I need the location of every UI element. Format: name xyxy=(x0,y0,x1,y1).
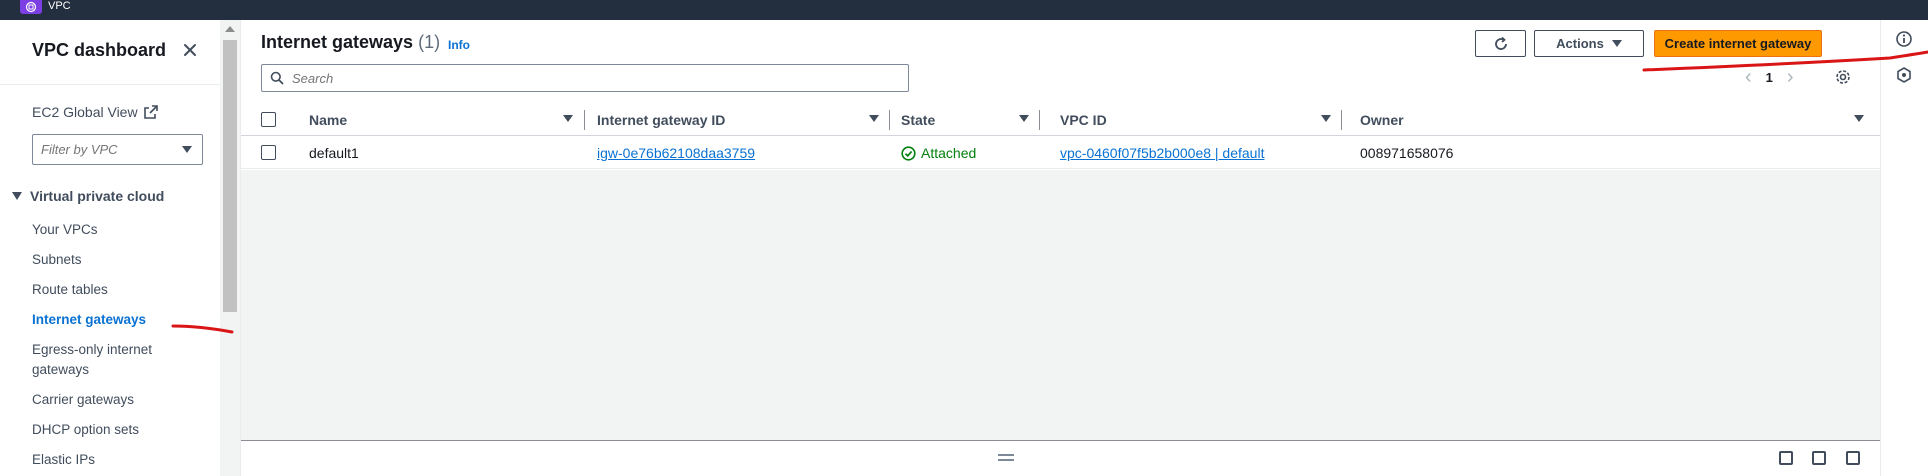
split-side-icon[interactable] xyxy=(1812,451,1826,465)
cell-vpc-id-link[interactable]: vpc-0460f07f5b2b000e8 | default xyxy=(1060,145,1264,161)
sidebar-item-subnets[interactable]: Subnets xyxy=(32,250,182,270)
sidebar-scrollbar[interactable] xyxy=(220,20,240,476)
refresh-icon xyxy=(1494,36,1507,50)
nav-section-virtual-private-cloud[interactable]: Virtual private cloud xyxy=(12,188,164,204)
ec2-global-view-link[interactable]: EC2 Global View xyxy=(32,104,158,120)
page-title: Internet gateways (1) xyxy=(261,32,440,53)
info-link[interactable]: Info xyxy=(448,38,470,52)
resource-count: (1) xyxy=(418,32,441,52)
cell-igw-id-link[interactable]: igw-0e76b62108daa3759 xyxy=(597,145,755,161)
column-header-owner[interactable]: Owner xyxy=(1360,112,1404,128)
sidebar-item-carrier-gateways[interactable]: Carrier gateways xyxy=(32,390,182,410)
split-bottom-icon[interactable] xyxy=(1779,451,1793,465)
page-title-text: Internet gateways xyxy=(261,32,414,52)
sort-caret-icon[interactable] xyxy=(563,115,573,122)
chevron-right-icon[interactable]: › xyxy=(1787,67,1794,87)
sidebar-item-internet-gateways[interactable]: Internet gateways xyxy=(32,310,182,330)
scroll-up-icon[interactable] xyxy=(225,26,235,32)
refresh-button[interactable] xyxy=(1475,30,1526,57)
caret-down-icon xyxy=(12,192,22,200)
table-header: Name Internet gateway ID State VPC ID Ow… xyxy=(241,104,1881,136)
close-icon[interactable] xyxy=(180,40,200,60)
main-content: Internet gateways (1) Info Actions Creat… xyxy=(240,20,1881,476)
nav-section-label: Virtual private cloud xyxy=(30,188,165,204)
gear-icon[interactable] xyxy=(1834,68,1852,86)
info-icon[interactable] xyxy=(1895,30,1913,48)
column-divider[interactable] xyxy=(1039,110,1040,130)
chevron-left-icon[interactable]: ‹ xyxy=(1745,67,1752,87)
cell-name: default1 xyxy=(309,145,359,161)
column-header-vpc-id[interactable]: VPC ID xyxy=(1060,112,1107,128)
page-number[interactable]: 1 xyxy=(1766,70,1773,85)
sidebar-item-elastic-ips[interactable]: Elastic IPs xyxy=(32,450,182,470)
service-name[interactable]: VPC xyxy=(48,0,71,12)
sidebar-item-egress-only-internet-gateways[interactable]: Egress-only internet gateways xyxy=(32,340,182,380)
search-box[interactable] xyxy=(261,64,909,92)
cell-owner: 008971658076 xyxy=(1360,145,1454,161)
sidebar-item-dhcp-option-sets[interactable]: DHCP option sets xyxy=(32,420,182,440)
column-header-state[interactable]: State xyxy=(901,112,935,128)
sidebar-item-your-vpcs[interactable]: Your VPCs xyxy=(32,220,182,240)
row-checkbox[interactable] xyxy=(261,145,276,160)
sidebar-item-route-tables[interactable]: Route tables xyxy=(32,280,182,300)
search-icon xyxy=(270,71,284,85)
column-divider[interactable] xyxy=(889,110,890,130)
sidebar-title[interactable]: VPC dashboard xyxy=(32,40,166,61)
top-nav-bar: VPC xyxy=(0,0,1928,20)
column-header-igw-id[interactable]: Internet gateway ID xyxy=(597,112,725,128)
select-all-checkbox[interactable] xyxy=(261,112,276,127)
side-navigation: VPC dashboard EC2 Global View Virtual pr… xyxy=(0,20,220,476)
status-success-icon xyxy=(901,145,916,161)
table-panel: Internet gateways (1) Info Actions Creat… xyxy=(241,20,1881,170)
split-full-icon[interactable] xyxy=(1846,451,1860,465)
split-panel-bar xyxy=(241,440,1881,476)
vpc-filter-input[interactable] xyxy=(33,135,202,164)
actions-label: Actions xyxy=(1556,36,1604,51)
vpc-filter-select[interactable] xyxy=(32,134,203,165)
create-internet-gateway-button[interactable]: Create internet gateway xyxy=(1654,30,1822,57)
external-link-icon xyxy=(143,105,158,119)
sort-caret-icon[interactable] xyxy=(1854,115,1864,122)
pagination: ‹ 1 › xyxy=(1745,67,1794,87)
shortcuts-icon[interactable] xyxy=(1895,66,1913,84)
sort-caret-icon[interactable] xyxy=(1321,115,1331,122)
sort-caret-icon[interactable] xyxy=(1019,115,1029,122)
sort-caret-icon[interactable] xyxy=(869,115,879,122)
caret-down-icon xyxy=(1611,40,1622,47)
cell-state: Attached xyxy=(901,145,976,161)
state-label: Attached xyxy=(921,145,977,161)
column-divider[interactable] xyxy=(1341,110,1342,130)
scrollbar-thumb[interactable] xyxy=(223,40,237,312)
tools-rail xyxy=(1880,20,1928,476)
table-row[interactable]: default1 igw-0e76b62108daa3759 Attached … xyxy=(241,137,1881,169)
vpc-icon[interactable] xyxy=(20,0,42,14)
search-input[interactable] xyxy=(292,65,902,91)
column-header-name[interactable]: Name xyxy=(309,112,347,128)
sidebar-divider xyxy=(0,84,220,85)
actions-button[interactable]: Actions xyxy=(1534,30,1644,57)
chevron-down-icon xyxy=(182,146,192,153)
column-divider[interactable] xyxy=(584,110,585,130)
ec2-global-view-label: EC2 Global View xyxy=(32,104,138,120)
drag-handle-icon[interactable] xyxy=(998,454,1014,461)
